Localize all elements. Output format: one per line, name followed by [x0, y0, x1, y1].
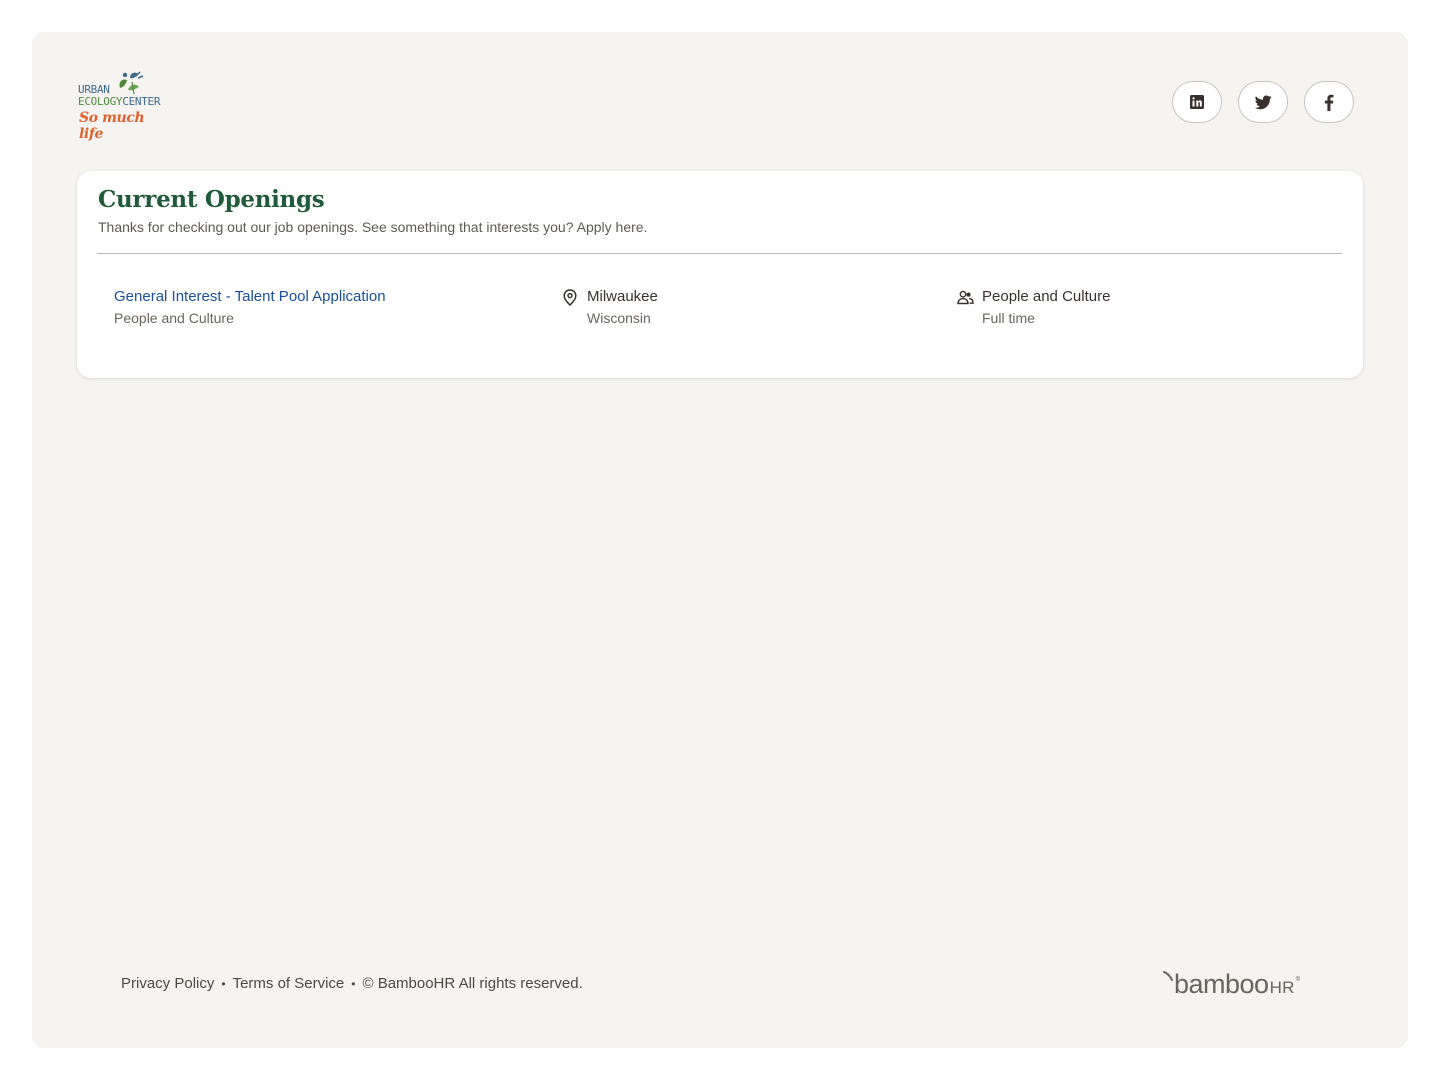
page-title: Current Openings — [98, 186, 325, 213]
linkedin-icon — [1190, 95, 1204, 109]
linkedin-button[interactable] — [1172, 81, 1222, 123]
page-frame: URBAN ECOLOGYCENTER So much life Current… — [32, 32, 1408, 1048]
brand-suffix: HR — [1269, 978, 1295, 997]
job-title-link[interactable]: General Interest - Talent Pool Applicati… — [114, 288, 386, 305]
copyright-text: © BambooHR All rights reserved. — [362, 975, 583, 992]
openings-card: Current Openings Thanks for checking out… — [77, 171, 1363, 378]
logo-leaves-icon — [119, 71, 144, 95]
separator-dot: • — [221, 976, 226, 991]
brand-name: bamboo — [1174, 969, 1269, 999]
facebook-button[interactable] — [1304, 81, 1354, 123]
job-location-city: Milwaukee — [587, 288, 658, 305]
facebook-icon — [1324, 94, 1334, 111]
bamboohr-logo[interactable]: bamboo HR ® — [1162, 966, 1300, 1002]
twitter-button[interactable] — [1238, 81, 1288, 123]
twitter-icon — [1254, 94, 1272, 109]
job-location-state: Wisconsin — [587, 310, 651, 326]
divider — [97, 253, 1342, 254]
terms-of-service-link[interactable]: Terms of Service — [233, 975, 345, 992]
people-icon — [957, 290, 974, 305]
company-logo[interactable]: URBAN ECOLOGYCENTER So much life — [76, 70, 166, 142]
job-employment-type: Full time — [982, 310, 1035, 326]
job-team: People and Culture — [982, 288, 1111, 305]
footer: Privacy Policy • Terms of Service • © Ba… — [121, 975, 583, 992]
job-department: People and Culture — [114, 310, 234, 326]
logo-tagline: So much life — [79, 110, 145, 142]
privacy-policy-link[interactable]: Privacy Policy — [121, 975, 214, 992]
brand-registered: ® — [1295, 977, 1301, 983]
separator-dot: • — [351, 976, 356, 991]
page-subtitle: Thanks for checking out our job openings… — [98, 219, 648, 235]
location-pin-icon — [563, 289, 577, 306]
logo-line2: ECOLOGYCENTER — [78, 95, 161, 108]
